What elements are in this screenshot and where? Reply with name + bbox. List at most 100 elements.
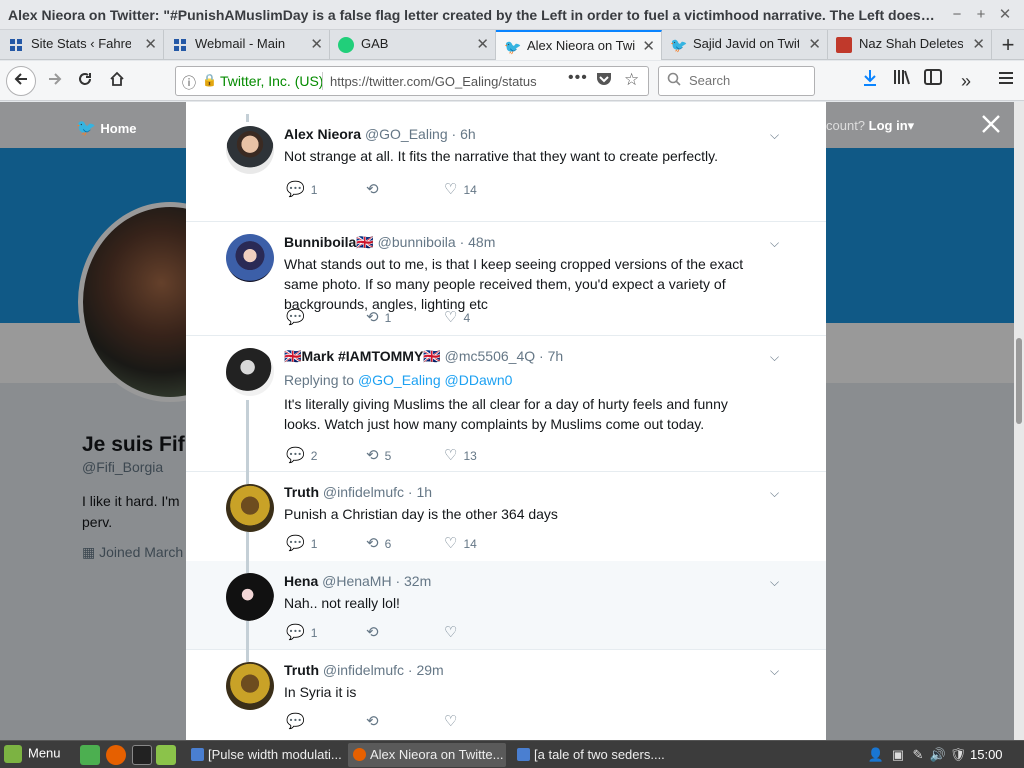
author-name[interactable]: Mark #IAMTOMMY [301, 348, 423, 364]
close-modal-button[interactable] [978, 112, 1004, 138]
author-handle[interactable]: @infidelmufc [323, 484, 404, 500]
reply-tweet[interactable]: Alex Nieora @GO_Ealing · 6h ⌵ Not strang… [186, 114, 826, 222]
reply-action[interactable]: 💬 1 [286, 534, 317, 554]
address-bar[interactable]: ⓘ 🔒 Twitter, Inc. (US) https://twitter.c… [175, 66, 649, 96]
retweet-action[interactable]: ⟲ [366, 180, 385, 200]
tweet-time[interactable]: · 7h [539, 348, 563, 364]
close-tab-icon[interactable]: ✕ [972, 35, 985, 53]
tweet-time[interactable]: · 6h [452, 126, 476, 142]
author-name[interactable]: Alex Nieora [284, 126, 361, 142]
tweet-time[interactable]: · 29m [408, 662, 444, 678]
downloads-icon[interactable] [858, 69, 882, 93]
chevron-down-icon[interactable]: ⌵ [770, 575, 779, 590]
info-icon[interactable]: ⓘ [182, 73, 196, 93]
scrollbar-thumb[interactable] [1016, 338, 1022, 424]
reply-action[interactable]: 💬 1 [286, 623, 317, 643]
like-action[interactable]: ♡ 4 [444, 308, 470, 328]
close-tab-icon[interactable]: ✕ [310, 35, 323, 53]
tweet-time[interactable]: · 32m [395, 573, 431, 589]
reply-tweet[interactable]: Truth @infidelmufc · 29m ⌵ In Syria it i… [186, 650, 826, 740]
taskbar-item-firefox[interactable]: Alex Nieora on Twitte... [348, 743, 506, 767]
like-action[interactable]: ♡ 14 [444, 180, 477, 200]
url-text[interactable]: https://twitter.com/GO_Ealing/status [330, 74, 540, 89]
reply-tweet[interactable]: 🇬🇧Mark #IAMTOMMY🇬🇧 @mc5506_4Q · 7h ⌵ Rep… [186, 336, 826, 472]
reply-tweet[interactable]: Hena @HenaMH · 32m ⌵ Nah.. not really lo… [186, 561, 826, 650]
pocket-icon[interactable] [596, 72, 612, 89]
search-bar[interactable] [658, 66, 815, 96]
tab-alex-nieora[interactable]: 🐦 Alex Nieora on Twi ✕ [496, 30, 662, 60]
show-desktop-icon[interactable] [80, 745, 100, 765]
back-button[interactable] [6, 66, 36, 96]
reply-action[interactable]: 💬 [286, 308, 311, 328]
close-tab-icon[interactable]: ✕ [144, 35, 157, 53]
forward-button[interactable] [41, 67, 69, 95]
like-action[interactable]: ♡ [444, 712, 463, 732]
tab-gab[interactable]: GAB ✕ [330, 30, 496, 60]
retweet-action[interactable]: ⟲ [366, 712, 385, 732]
sidebar-icon[interactable] [921, 69, 945, 93]
mention-link[interactable]: @GO_Ealing [358, 372, 441, 388]
chevron-down-icon[interactable]: ⌵ [770, 486, 779, 501]
taskbar-item-doc[interactable]: [a tale of two seders.... [512, 743, 668, 767]
close-tab-icon[interactable]: ✕ [642, 37, 655, 55]
login-link[interactable]: Log in [869, 118, 908, 133]
chevron-down-icon[interactable]: ⌵ [770, 664, 779, 679]
bookmark-star-icon[interactable]: ☆ [624, 70, 639, 90]
reply-tweet[interactable]: Truth @infidelmufc · 1h ⌵ Punish a Chris… [186, 472, 826, 561]
close-tab-icon[interactable]: ✕ [808, 35, 821, 53]
author-handle[interactable]: @GO_Ealing [365, 126, 448, 142]
close-tab-icon[interactable]: ✕ [476, 35, 489, 53]
avatar[interactable] [226, 234, 274, 282]
reload-button[interactable] [71, 67, 99, 95]
avatar[interactable] [226, 126, 274, 174]
like-action[interactable]: ♡ 13 [444, 446, 477, 466]
hamburger-menu-icon[interactable] [994, 69, 1018, 93]
retweet-action[interactable]: ⟲ 1 [366, 308, 391, 328]
tab-sajid-javid[interactable]: 🐦 Sajid Javid on Twitte ✕ [662, 30, 828, 60]
retweet-action[interactable]: ⟲ 6 [366, 534, 391, 554]
minimize-button[interactable]: − [946, 4, 968, 26]
reply-tweet[interactable]: Bunniboila🇬🇧 @bunniboila · 48m ⌵ What st… [186, 222, 826, 336]
like-action[interactable]: ♡ [444, 623, 463, 643]
avatar[interactable] [226, 348, 274, 396]
avatar[interactable] [226, 662, 274, 710]
avatar[interactable] [226, 484, 274, 532]
folder-icon[interactable] [156, 745, 176, 765]
author-name[interactable]: Hena [284, 573, 318, 589]
lock-icon[interactable]: 🔒 [202, 73, 217, 87]
author-name[interactable]: Truth [284, 484, 319, 500]
tab-webmail[interactable]: Webmail - Main ✕ [164, 30, 330, 60]
chevron-down-icon[interactable]: ⌵ [770, 236, 779, 251]
twitter-home-link[interactable]: 🐦 Home [76, 118, 137, 138]
mention-link[interactable]: @DDawn0 [445, 372, 513, 388]
close-window-button[interactable]: ✕ [994, 4, 1016, 26]
like-action[interactable]: ♡ 14 [444, 534, 477, 554]
retweet-action[interactable]: ⟲ [366, 623, 385, 643]
home-button[interactable] [103, 67, 131, 95]
pen-icon[interactable]: ✎ [908, 745, 928, 765]
terminal-icon[interactable] [132, 745, 152, 765]
user-icon[interactable]: 👤 [866, 745, 886, 765]
new-tab-button[interactable]: + [995, 32, 1021, 58]
clock[interactable]: 15:00 [970, 747, 1003, 762]
overflow-chevron-icon[interactable]: » [954, 69, 978, 93]
login-area[interactable]: count? Log in▾ [826, 118, 914, 134]
site-identity[interactable]: Twitter, Inc. (US) [220, 73, 323, 89]
shield-icon[interactable]: 🛡 [948, 745, 968, 765]
taskbar-item-pdf[interactable]: [Pulse width modulati... [186, 743, 342, 767]
reply-action[interactable]: 💬 2 [286, 446, 317, 466]
reply-action[interactable]: 💬 1 [286, 180, 317, 200]
search-input[interactable] [689, 73, 809, 88]
author-name[interactable]: Truth [284, 662, 319, 678]
firefox-icon[interactable] [106, 745, 126, 765]
reply-action[interactable]: 💬 [286, 712, 311, 732]
retweet-action[interactable]: ⟲ 5 [366, 446, 391, 466]
start-menu-button[interactable]: Menu [4, 745, 61, 765]
tweet-time[interactable]: · 1h [408, 484, 432, 500]
page-scrollbar[interactable] [1014, 102, 1024, 740]
volume-icon[interactable]: 🔊 [928, 745, 948, 765]
chevron-down-icon[interactable]: ⌵ [770, 128, 779, 143]
author-handle[interactable]: @mc5506_4Q [445, 348, 535, 364]
chevron-down-icon[interactable]: ⌵ [770, 350, 779, 365]
maximize-button[interactable]: + [970, 4, 992, 26]
